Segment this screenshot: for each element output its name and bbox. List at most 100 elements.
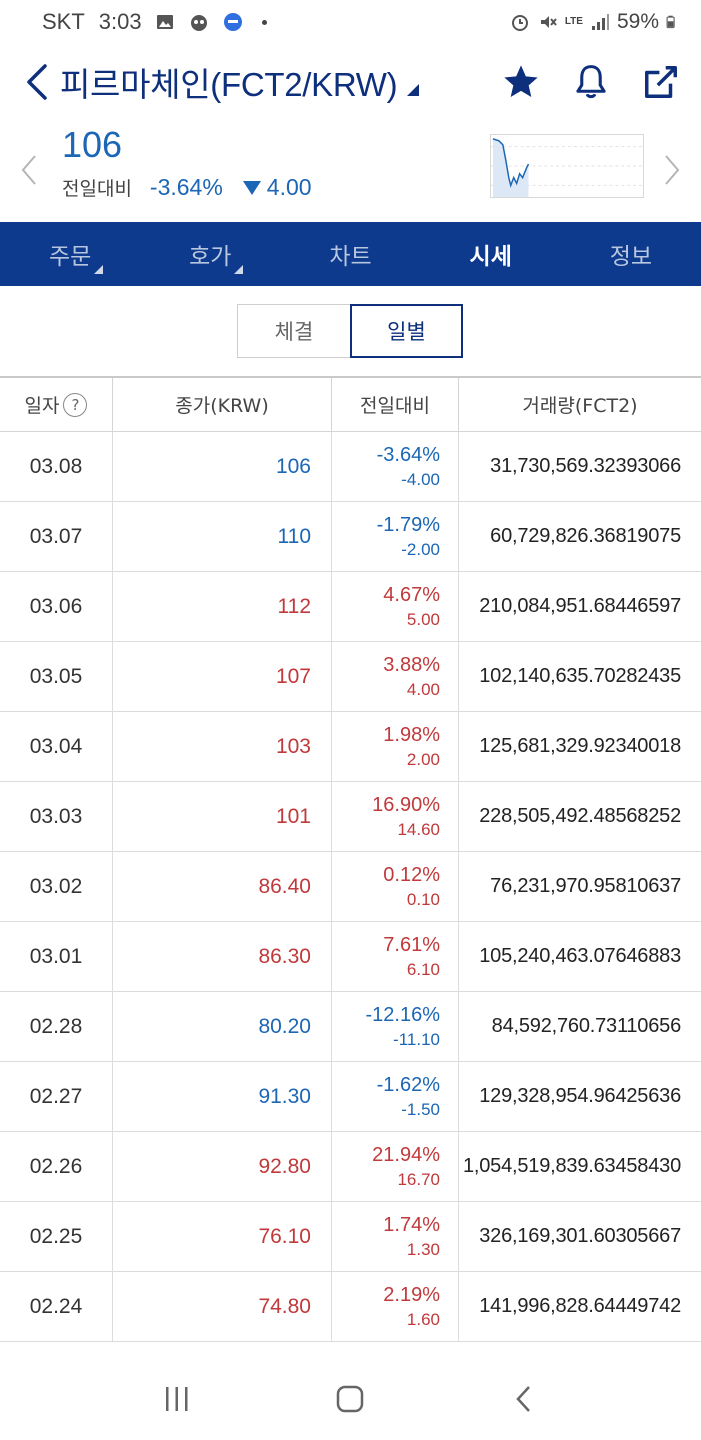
row-change: 1.98% 2.00	[332, 712, 459, 781]
row-change: 4.67% 5.00	[332, 572, 459, 641]
help-icon[interactable]: ?	[63, 392, 88, 417]
table-row: 03.03 101 16.90% 14.60 228,505,492.48568252	[0, 782, 701, 852]
row-change: 1.74% 1.30	[332, 1202, 459, 1271]
trades-toggle-button[interactable]: 체결	[237, 304, 350, 358]
row-change: -1.62% -1.50	[332, 1062, 459, 1131]
row-close-price: 103	[113, 712, 332, 781]
row-change: -3.64% -4.00	[332, 432, 459, 501]
system-back-button[interactable]	[494, 1369, 554, 1429]
trades-daily-toggle: 체결 일별	[237, 304, 463, 358]
row-close-price: 76.10	[113, 1202, 332, 1271]
row-change: -12.16% -11.10	[332, 992, 459, 1061]
row-volume: 31,730,569.32393066	[490, 455, 681, 477]
mute-icon	[540, 16, 557, 28]
row-change-percent: -12.16%	[365, 1003, 441, 1026]
back-button[interactable]	[16, 60, 56, 104]
row-change: 16.90% 14.60	[332, 782, 459, 851]
bit-app-icon	[223, 13, 242, 31]
back-arrow-icon	[27, 64, 47, 100]
header-change: 전일대비	[332, 378, 459, 431]
coin-title[interactable]: 피르마체인(FCT2/KRW)	[60, 58, 398, 106]
row-change-amount: -2.00	[401, 539, 440, 559]
row-date: 03.05	[0, 642, 113, 711]
row-date: 02.28	[0, 992, 113, 1061]
row-volume: 210,084,951.68446597	[479, 595, 681, 617]
tab-label: 시세	[469, 244, 512, 270]
tab-order[interactable]: 주문	[0, 222, 140, 286]
row-change-amount: -4.00	[401, 469, 440, 489]
row-volume: 129,328,954.96425636	[479, 1085, 681, 1107]
change-label: 전일대비	[62, 179, 132, 200]
prev-coin-button[interactable]	[14, 150, 44, 190]
row-close-price: 106	[113, 432, 332, 501]
tab-info[interactable]: 정보	[561, 222, 701, 286]
row-change-percent: 16.90%	[372, 793, 440, 816]
down-triangle-icon	[242, 180, 261, 195]
alert-button[interactable]	[569, 60, 613, 104]
table-row: 03.02 86.40 0.12% 0.10 76,231,970.95810637	[0, 852, 701, 922]
row-volume: 84,592,760.73110656	[491, 1015, 682, 1037]
row-change-percent: -1.62%	[376, 1073, 440, 1096]
row-volume: 76,231,970.95810637	[490, 875, 681, 897]
row-volume: 1,054,519,839.63458430	[462, 1155, 681, 1177]
table-row: 03.04 103 1.98% 2.00 125,681,329.92340018	[0, 712, 701, 782]
row-date: 02.25	[0, 1202, 113, 1271]
row-change: 2.19% 1.60	[332, 1272, 459, 1341]
row-change-percent: 1.74%	[383, 1213, 440, 1236]
row-volume: 125,681,329.92340018	[479, 735, 681, 757]
row-close-price: 86.40	[113, 852, 332, 921]
share-button[interactable]	[639, 60, 683, 104]
row-change-percent: 0.12%	[383, 863, 440, 886]
table-row: 02.25 76.10 1.74% 1.30 326,169,301.60305667	[0, 1202, 701, 1272]
row-change-percent: 3.88%	[383, 653, 440, 676]
row-close-price: 110	[113, 502, 332, 571]
row-change-amount: 6.10	[406, 959, 440, 979]
bell-icon	[576, 65, 606, 99]
row-date: 02.27	[0, 1062, 113, 1131]
share-icon	[645, 66, 677, 98]
table-row: 03.05 107 3.88% 4.00 102,140,635.70282435	[0, 642, 701, 712]
row-volume: 102,140,635.70282435	[479, 665, 681, 687]
carrier-label: SKT	[42, 9, 85, 34]
chevron-right-icon	[665, 155, 680, 185]
row-change: 3.88% 4.00	[332, 642, 459, 711]
tab-orderbook[interactable]: 호가	[140, 222, 280, 286]
row-change-percent: 21.94%	[372, 1143, 440, 1166]
tab-label: 차트	[329, 244, 372, 270]
row-date: 03.08	[0, 432, 113, 501]
row-volume: 326,169,301.60305667	[479, 1225, 681, 1247]
favorite-button[interactable]	[499, 60, 543, 104]
signal-icon	[591, 14, 609, 30]
row-change: 7.61% 6.10	[332, 922, 459, 991]
row-change: -1.79% -2.00	[332, 502, 459, 571]
status-bar: SKT 3:03 LTE 59%	[0, 0, 701, 44]
battery-percent: 59%	[616, 10, 659, 33]
table-row: 03.08 106 -3.64% -4.00 31,730,569.32393066	[0, 432, 701, 502]
tab-quotes[interactable]: 시세	[421, 222, 561, 286]
home-button[interactable]	[320, 1369, 380, 1429]
row-volume: 60,729,826.36819075	[490, 525, 681, 547]
row-change-percent: 2.19%	[383, 1283, 440, 1306]
row-close-price: 92.80	[113, 1132, 332, 1201]
table-row: 03.07 110 -1.79% -2.00 60,729,826.36819075	[0, 502, 701, 572]
recent-apps-button[interactable]	[147, 1369, 207, 1429]
row-volume: 141,996,828.64449742	[479, 1295, 681, 1317]
next-coin-button[interactable]	[657, 150, 687, 190]
tab-label: 호가	[189, 244, 232, 270]
row-date: 03.03	[0, 782, 113, 851]
header-date: 일자 ?	[0, 378, 113, 431]
row-volume: 105,240,463.07646883	[479, 945, 681, 967]
header-volume: 거래량(FCT2)	[522, 395, 638, 417]
chevron-left-icon	[21, 155, 36, 185]
row-change-amount: 0.10	[406, 889, 440, 909]
table-body: 03.08 106 -3.64% -4.00 31,730,569.32393066 03…	[0, 432, 701, 1342]
home-icon	[337, 1385, 364, 1413]
title-dropdown-caret[interactable]	[407, 84, 420, 96]
current-price: 106	[62, 124, 123, 165]
row-close-price: 80.20	[113, 992, 332, 1061]
daily-toggle-button[interactable]: 일별	[350, 304, 463, 358]
row-date: 03.04	[0, 712, 113, 781]
mini-chart[interactable]	[490, 134, 644, 198]
tab-chart[interactable]: 차트	[280, 222, 420, 286]
change-amount: 4.00	[266, 174, 312, 200]
